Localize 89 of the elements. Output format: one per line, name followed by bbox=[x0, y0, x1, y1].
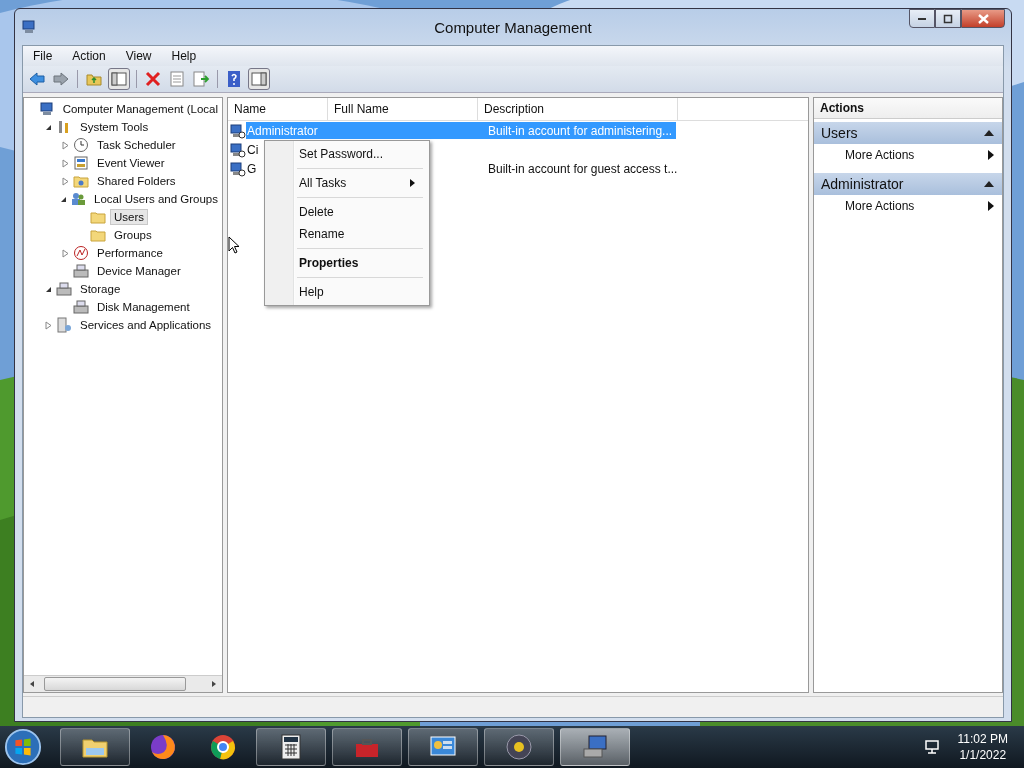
collapsed-arrow-icon[interactable] bbox=[61, 158, 69, 168]
tree-item[interactable]: Performance bbox=[93, 245, 167, 261]
section-header[interactable]: Users bbox=[814, 122, 1002, 144]
close-button[interactable] bbox=[961, 9, 1005, 28]
user-icon bbox=[230, 122, 246, 139]
tree-item[interactable]: Storage bbox=[76, 281, 125, 297]
tree-item[interactable]: Event Viewer bbox=[93, 155, 169, 171]
taskbar-button[interactable] bbox=[256, 728, 326, 766]
restore-icon bbox=[943, 13, 953, 24]
forward-arrow-icon[interactable] bbox=[51, 69, 71, 89]
tree-item[interactable]: Task Scheduler bbox=[93, 137, 180, 153]
user-icon bbox=[230, 160, 246, 177]
browser-icon bbox=[208, 732, 238, 762]
scrollbar-thumb[interactable] bbox=[44, 677, 186, 691]
tree-item[interactable]: Local Users and Groups bbox=[90, 191, 222, 207]
minimize-button[interactable] bbox=[909, 9, 935, 28]
section-title: Administrator bbox=[821, 176, 904, 192]
console-tree-icon[interactable] bbox=[108, 68, 130, 90]
delete-icon[interactable] bbox=[143, 69, 163, 89]
tree-item[interactable]: System Tools bbox=[76, 119, 153, 135]
menu-item[interactable]: Delete bbox=[267, 201, 427, 223]
submenu-arrow-icon bbox=[410, 179, 415, 187]
menu-item[interactable]: All Tasks bbox=[267, 172, 427, 194]
menu-item[interactable]: Help bbox=[267, 281, 427, 303]
gauge-icon bbox=[73, 245, 89, 261]
tree-item[interactable]: Computer Management (Local bbox=[58, 101, 222, 117]
window-title: Computer Management bbox=[433, 18, 593, 36]
table-cell: Built-in account for guest access t... bbox=[488, 161, 678, 176]
users-icon bbox=[70, 191, 86, 207]
network-icon[interactable] bbox=[923, 739, 940, 755]
collapsed-arrow-icon[interactable] bbox=[61, 176, 69, 186]
collapsed-arrow-icon[interactable] bbox=[44, 320, 52, 330]
table-cell: Built-in account for administering... bbox=[488, 123, 673, 138]
menu-item[interactable]: Properties bbox=[267, 252, 427, 274]
clock[interactable]: 11:02 PM 1/1/2022 bbox=[957, 731, 1008, 763]
export-list-icon[interactable] bbox=[191, 69, 211, 89]
table-cell[interactable]: Ci bbox=[247, 142, 259, 157]
taskbar-button[interactable] bbox=[60, 728, 130, 766]
browser-icon bbox=[148, 732, 178, 762]
tree-item[interactable]: Disk Management bbox=[93, 299, 194, 315]
taskbar-button[interactable] bbox=[484, 728, 554, 766]
expanded-arrow-icon[interactable] bbox=[44, 285, 52, 293]
maximize-button[interactable] bbox=[935, 9, 961, 28]
collapsed-arrow-icon[interactable] bbox=[61, 140, 69, 150]
tree-item[interactable]: Users bbox=[110, 209, 149, 225]
menu-item[interactable]: Help bbox=[171, 49, 197, 63]
submenu-arrow-icon bbox=[988, 150, 994, 160]
clock-date: 1/1/2022 bbox=[959, 747, 1007, 763]
minimize-icon bbox=[918, 17, 926, 20]
tree-item[interactable]: Groups bbox=[110, 227, 156, 243]
collapse-arrow-icon[interactable] bbox=[984, 130, 994, 136]
start-button[interactable] bbox=[4, 728, 42, 766]
computer-icon bbox=[21, 19, 37, 35]
clock-time: 11:02 PM bbox=[957, 731, 1008, 747]
left-arrow-icon[interactable] bbox=[28, 680, 36, 688]
taskbar-button[interactable] bbox=[408, 728, 478, 766]
section-header[interactable]: Administrator bbox=[814, 173, 1002, 195]
section-title: Users bbox=[821, 125, 858, 141]
submenu-arrow-icon bbox=[988, 201, 994, 211]
collapsed-arrow-icon[interactable] bbox=[61, 248, 69, 258]
horizontal-scrollbar[interactable] bbox=[24, 675, 222, 692]
tree-item[interactable]: Device Manager bbox=[93, 263, 185, 279]
folder-icon bbox=[90, 227, 106, 243]
collapse-arrow-icon[interactable] bbox=[984, 181, 994, 187]
right-arrow-icon[interactable] bbox=[210, 680, 218, 688]
menu-item[interactable]: Set Password... bbox=[267, 143, 427, 165]
menu-item[interactable]: Action bbox=[72, 49, 106, 63]
action-pane-icon[interactable] bbox=[248, 68, 270, 90]
menu-item[interactable]: File bbox=[33, 49, 53, 63]
column-header[interactable]: Description bbox=[478, 98, 678, 120]
user-icon bbox=[230, 141, 246, 158]
tree-item[interactable]: Services and Applications bbox=[76, 317, 216, 333]
action-link[interactable]: More Actions bbox=[845, 148, 915, 162]
computer-icon bbox=[38, 101, 55, 117]
expanded-arrow-icon[interactable] bbox=[60, 195, 67, 203]
action-link[interactable]: More Actions bbox=[845, 199, 915, 213]
table-cell[interactable]: G bbox=[247, 161, 257, 176]
actions-title: Actions bbox=[814, 98, 1002, 119]
back-arrow-icon[interactable] bbox=[27, 69, 47, 89]
disc-icon bbox=[504, 732, 534, 762]
tree-item[interactable]: Shared Folders bbox=[93, 173, 180, 189]
column-header[interactable]: Full Name bbox=[328, 98, 478, 120]
close-icon bbox=[977, 13, 989, 24]
clock-icon bbox=[73, 137, 89, 153]
menu-item[interactable]: View bbox=[125, 49, 152, 63]
column-header[interactable]: Name bbox=[228, 98, 328, 120]
menu-item[interactable]: Rename bbox=[267, 223, 427, 245]
folder-icon bbox=[90, 209, 106, 225]
expanded-arrow-icon[interactable] bbox=[44, 123, 52, 131]
